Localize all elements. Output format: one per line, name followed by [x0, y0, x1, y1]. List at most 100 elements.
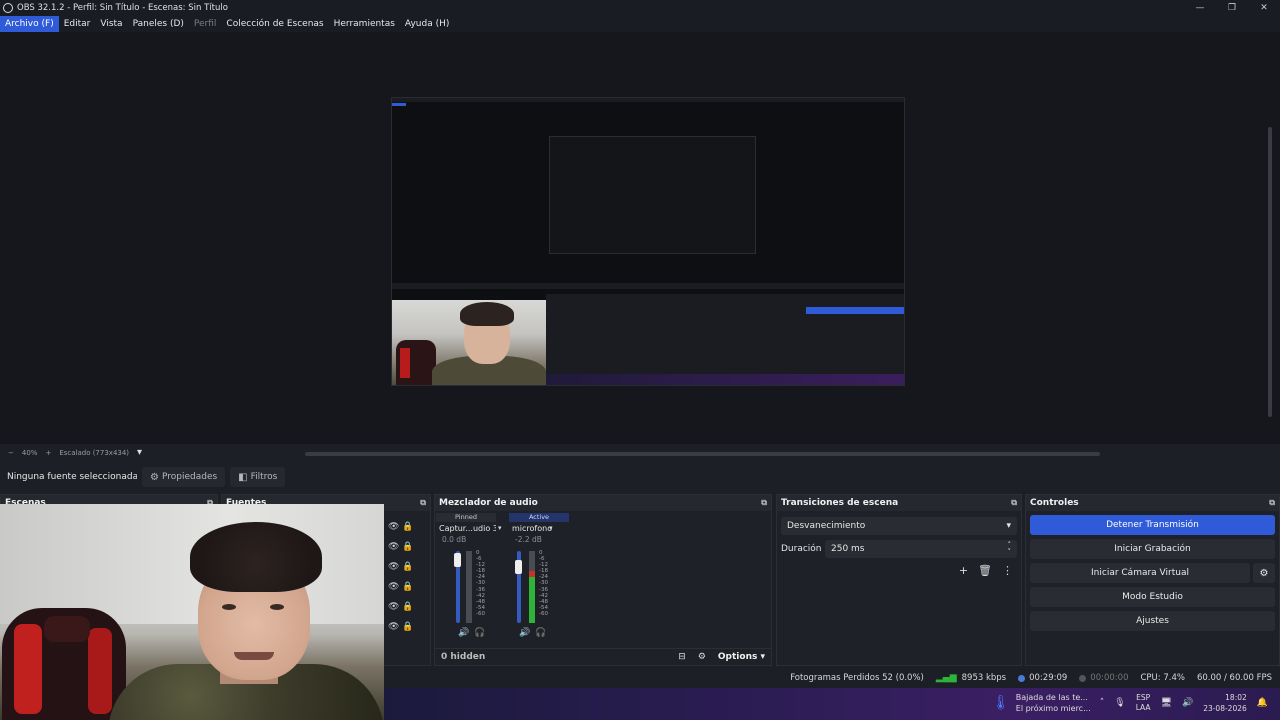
webcam-chair-red-left: [14, 624, 42, 714]
clock-date: 23-08-2026: [1203, 704, 1247, 713]
channel-menu-icon[interactable]: ▾: [498, 524, 502, 532]
properties-label: Propiedades: [161, 472, 218, 482]
window-title: OBS 32.1.2 - Perfil: Sin Título - Escena…: [17, 3, 228, 13]
properties-button[interactable]: ⚙ Propiedades: [142, 467, 226, 487]
lock-icon[interactable]: 🔒: [402, 582, 413, 592]
float-icon[interactable]: ⧉: [1269, 498, 1275, 508]
virtual-camera-row: Iniciar Cámara Virtual ⚙: [1030, 563, 1275, 583]
more-icon[interactable]: ⋮: [1002, 564, 1013, 577]
minimize-button[interactable]: —: [1184, 0, 1216, 16]
zoom-out-button[interactable]: −: [8, 449, 14, 457]
headphones-icon[interactable]: 🎧: [474, 628, 485, 638]
eye-icon[interactable]: 👁: [388, 582, 399, 592]
duration-input[interactable]: 250 ms ˄ ˅: [825, 540, 1017, 558]
scale-dropdown-icon[interactable]: ▾: [137, 447, 142, 458]
channel-tag: Active: [509, 513, 569, 522]
channel-name[interactable]: microfono: [509, 522, 569, 535]
studio-mode-button[interactable]: Modo Estudio: [1030, 587, 1275, 607]
transition-tools: + 🗑 ⋮: [777, 564, 1013, 577]
transitions-dock-header: Transiciones de escena ⧉: [777, 495, 1021, 511]
meter-scale-tick: -48: [476, 598, 485, 605]
transition-select[interactable]: Desvanecimiento ▾: [781, 517, 1017, 535]
start-virtual-camera-button[interactable]: Iniciar Cámara Virtual: [1030, 563, 1250, 583]
dropped-frames: Fotogramas Perdidos 52 (0.0%): [790, 673, 924, 683]
menu-paneles[interactable]: Paneles (D): [128, 16, 189, 32]
stop-stream-button[interactable]: Detener Transmisión: [1030, 515, 1275, 535]
start-recording-button[interactable]: Iniciar Grabación: [1030, 539, 1275, 559]
visibility-lock-row[interactable]: 👁 🔒: [388, 597, 414, 617]
network-icon[interactable]: 🖥: [1161, 698, 1172, 708]
speaker-icon[interactable]: 🔊: [458, 628, 469, 638]
menu-coleccion-escenas[interactable]: Colección de Escenas: [221, 16, 328, 32]
eye-icon[interactable]: 👁: [388, 602, 399, 612]
options-button[interactable]: Options ▾: [718, 652, 765, 662]
menu-vista[interactable]: Vista: [95, 16, 127, 32]
zoom-in-button[interactable]: +: [45, 449, 51, 457]
advanced-audio-icon[interactable]: ⚙: [698, 652, 706, 662]
meter-scale-tick: -42: [476, 592, 485, 599]
microphone-icon[interactable]: 🎙: [1114, 698, 1125, 708]
visibility-lock-row[interactable]: 👁 🔒: [388, 557, 414, 577]
menu-perfil[interactable]: Perfil: [189, 16, 222, 32]
filters-button[interactable]: ◧ Filtros: [230, 467, 286, 487]
menu-ayuda[interactable]: Ayuda (H): [400, 16, 454, 32]
zoom-level: 40%: [21, 448, 38, 457]
menu-archivo[interactable]: Archivo (F): [0, 16, 59, 32]
float-icon[interactable]: ⧉: [1011, 498, 1017, 508]
volume-slider-knob[interactable]: [454, 553, 461, 567]
virtual-camera-settings-icon[interactable]: ⚙: [1253, 563, 1275, 583]
lock-icon[interactable]: 🔒: [402, 602, 413, 612]
weather-widget[interactable]: 🌡 Bajada de las te... El próximo mierc..…: [992, 692, 1091, 714]
preview-horizontal-scrollbar[interactable]: [305, 452, 1100, 456]
volume-slider-knob[interactable]: [515, 560, 522, 574]
menu-herramientas[interactable]: Herramientas: [329, 16, 400, 32]
scale-label: Escalado (773x434): [59, 448, 130, 457]
eye-icon[interactable]: 👁: [388, 542, 399, 552]
settings-button[interactable]: Ajustes: [1030, 611, 1275, 631]
eye-icon[interactable]: 👁: [388, 522, 399, 532]
add-icon[interactable]: +: [959, 564, 968, 577]
channel-name[interactable]: Captur...udio 3: [436, 522, 496, 535]
notification-icon[interactable]: 🔔: [1257, 698, 1268, 708]
visibility-lock-row[interactable]: 👁 🔒: [388, 617, 414, 637]
lock-icon[interactable]: 🔒: [402, 622, 413, 632]
streaming-icon: [1018, 674, 1026, 682]
nested-webcam: [392, 300, 546, 385]
thermometer-icon: 🌡: [992, 695, 1010, 711]
no-source-label: Ninguna fuente seleccionada: [7, 472, 137, 482]
preview-canvas[interactable]: [391, 97, 905, 386]
trash-icon[interactable]: 🗑: [978, 564, 992, 577]
close-button[interactable]: ✕: [1248, 0, 1280, 16]
lock-icon[interactable]: 🔒: [402, 542, 413, 552]
speaker-icon[interactable]: 🔊: [519, 628, 530, 638]
chevron-up-icon[interactable]: ˄: [1100, 698, 1105, 708]
lock-icon[interactable]: 🔒: [402, 562, 413, 572]
menu-editar[interactable]: Editar: [59, 16, 96, 32]
visibility-lock-row[interactable]: 👁 🔒: [388, 577, 414, 597]
channel-menu-icon[interactable]: ▾: [549, 524, 553, 532]
windows-taskbar: 🌡 Bajada de las te... El próximo mierc..…: [384, 688, 1280, 720]
eye-icon[interactable]: 👁: [388, 562, 399, 572]
headphones-icon[interactable]: 🎧: [535, 628, 546, 638]
duration-row: Duración 250 ms ˄ ˅: [781, 540, 1017, 558]
hidden-count[interactable]: 0 hidden: [441, 652, 485, 662]
layout-icon[interactable]: ⊟: [678, 652, 686, 662]
visibility-lock-row[interactable]: 👁 🔒: [388, 537, 414, 557]
lock-icon[interactable]: 🔒: [402, 522, 413, 532]
visibility-lock-row[interactable]: 👁 🔒: [388, 517, 414, 537]
nested-source-toolbar: [392, 283, 904, 289]
webcam-person-mouth: [234, 652, 274, 660]
preview-vertical-scrollbar[interactable]: [1268, 127, 1272, 417]
system-clock[interactable]: 18:02 23-08-2026: [1203, 692, 1247, 714]
preview-area[interactable]: [0, 32, 1280, 444]
controls-dock: Controles ⧉ Detener Transmisión Iniciar …: [1025, 494, 1280, 666]
float-icon[interactable]: ⧉: [420, 498, 426, 508]
maximize-button[interactable]: ❐: [1216, 0, 1248, 16]
spinner-icon[interactable]: ˄ ˅: [1008, 542, 1012, 556]
language-indicator[interactable]: ESP LAA: [1136, 693, 1151, 713]
webcam-person-eye-left: [222, 604, 236, 610]
obs-logo-icon: [3, 3, 13, 13]
volume-icon[interactable]: 🔊: [1182, 698, 1193, 708]
eye-icon[interactable]: 👁: [388, 622, 399, 632]
float-icon[interactable]: ⧉: [761, 498, 767, 508]
